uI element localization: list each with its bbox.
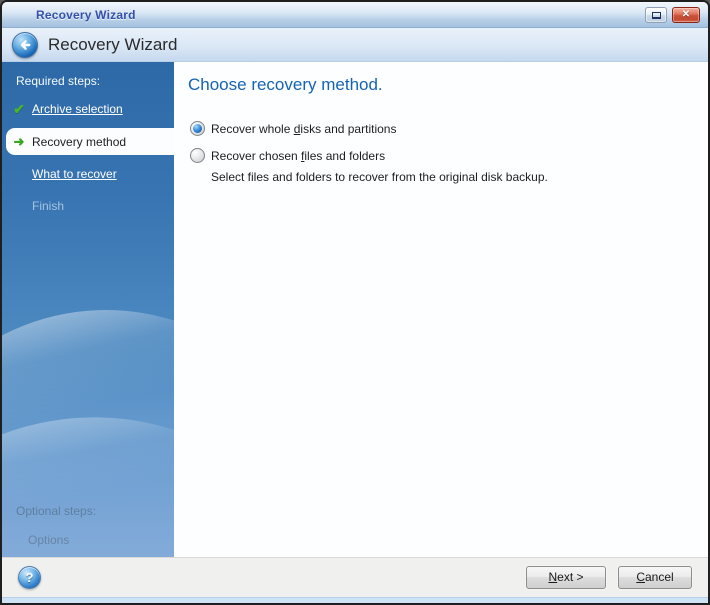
radio-label[interactable]: Recover chosen files and folders (211, 149, 385, 163)
titlebar[interactable]: Recovery Wizard ✕ (2, 2, 708, 28)
radio-option-whole-disks[interactable]: Recover whole disks and partitions (190, 121, 708, 136)
window-controls: ✕ (645, 7, 700, 23)
help-icon: ? (25, 570, 34, 585)
close-icon: ✕ (681, 9, 691, 20)
option-description: Select files and folders to recover from… (211, 170, 548, 184)
sidebar-item-recovery-method[interactable]: ➜ Recovery method (6, 128, 174, 155)
restore-button[interactable] (645, 7, 667, 23)
required-steps-label: Required steps: (16, 74, 101, 88)
restore-icon (651, 11, 661, 19)
step-label[interactable]: Archive selection (32, 102, 123, 116)
steps-sidebar: Required steps: ✔ Archive selection ➜ Re… (2, 62, 174, 557)
recovery-wizard-window: Recovery Wizard ✕ Recovery Wizard Requir… (0, 0, 710, 605)
check-icon: ✔ (13, 100, 25, 117)
current-step-arrow-icon: ➜ (13, 133, 25, 149)
step-label: Finish (32, 199, 65, 213)
step-label: Recovery method (32, 134, 127, 149)
radio-button-selected[interactable] (190, 121, 205, 136)
next-button[interactable]: Next > (526, 566, 606, 589)
radio-option-files-folders[interactable]: Recover chosen files and folders (190, 148, 708, 163)
sidebar-item-options: Options (28, 533, 70, 547)
sidebar-item-finish: Finish (2, 193, 174, 219)
window-title: Recovery Wizard (36, 7, 136, 22)
back-button[interactable] (12, 31, 38, 58)
step-label[interactable]: What to recover (32, 167, 117, 181)
page-title: Recovery Wizard (48, 34, 178, 54)
wizard-body: Required steps: ✔ Archive selection ➜ Re… (2, 62, 708, 557)
close-button[interactable]: ✕ (672, 7, 700, 23)
cancel-button[interactable]: Cancel (618, 566, 692, 589)
footer-bar: ? Next > Cancel (2, 557, 708, 597)
window-bottom-strip (2, 597, 708, 603)
main-content: Choose recovery method. Recover whole di… (174, 62, 708, 557)
content-heading: Choose recovery method. (188, 75, 383, 94)
sidebar-item-what-to-recover[interactable]: What to recover (2, 161, 174, 187)
optional-steps-label: Optional steps: (16, 504, 97, 518)
help-button[interactable]: ? (18, 566, 41, 589)
wizard-header: Recovery Wizard (2, 28, 708, 62)
radio-label[interactable]: Recover whole disks and partitions (211, 122, 396, 136)
radio-button-unselected[interactable] (190, 148, 205, 163)
sidebar-item-archive-selection[interactable]: ✔ Archive selection (2, 96, 174, 122)
back-arrow-icon (20, 39, 31, 50)
